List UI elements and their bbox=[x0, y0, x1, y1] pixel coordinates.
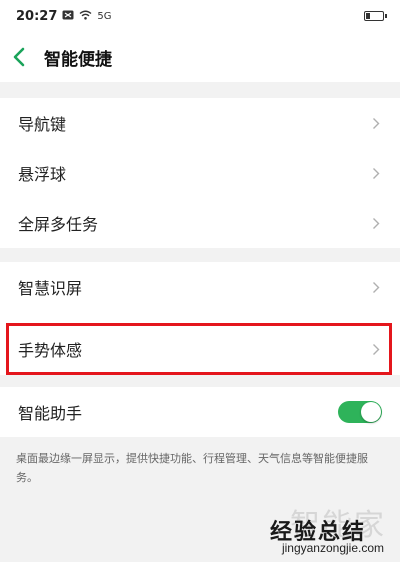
chevron-right-icon bbox=[372, 116, 382, 130]
settings-item-label: 全屏多任务 bbox=[18, 215, 99, 234]
back-button[interactable] bbox=[12, 42, 38, 72]
settings-item-gesture-motion[interactable]: 手势体感 bbox=[0, 324, 400, 374]
settings-item-label: 智慧识屏 bbox=[18, 279, 83, 298]
section-divider bbox=[0, 82, 400, 98]
settings-item-floating-ball[interactable]: 悬浮球 bbox=[0, 148, 400, 198]
settings-item-smart-assistant: 智能助手 bbox=[0, 387, 400, 437]
status-left: 20:27 5G bbox=[16, 9, 112, 24]
network-icon: 5G bbox=[97, 10, 112, 22]
battery-icon bbox=[364, 11, 387, 21]
notification-icon bbox=[62, 10, 74, 23]
page-title: 智能便捷 bbox=[44, 49, 112, 70]
settings-item-label: 导航键 bbox=[18, 115, 67, 134]
chevron-right-icon bbox=[372, 342, 382, 356]
status-time: 20:27 bbox=[16, 8, 58, 24]
chevron-right-icon bbox=[372, 216, 382, 230]
chevron-left-icon bbox=[13, 47, 25, 67]
status-bar: 20:27 5G bbox=[0, 0, 400, 32]
toggle-knob bbox=[361, 402, 381, 422]
section-divider bbox=[0, 248, 400, 262]
smart-assistant-toggle[interactable] bbox=[338, 401, 382, 423]
header: 智能便捷 bbox=[0, 34, 400, 80]
settings-item-label: 手势体感 bbox=[18, 341, 83, 360]
settings-item-label: 智能助手 bbox=[18, 404, 83, 423]
settings-item-label: 悬浮球 bbox=[18, 165, 67, 184]
settings-item-smart-screen-recognition[interactable]: 智慧识屏 bbox=[0, 262, 400, 312]
chevron-right-icon bbox=[372, 280, 382, 294]
chevron-right-icon bbox=[372, 166, 382, 180]
section-divider bbox=[0, 375, 400, 387]
watermark-url: jingyanzongjie.com bbox=[281, 541, 384, 555]
settings-item-fullscreen-multitask[interactable]: 全屏多任务 bbox=[0, 198, 400, 248]
battery-level bbox=[366, 13, 370, 19]
wifi-icon bbox=[79, 10, 92, 23]
settings-item-navigation-keys[interactable]: 导航键 bbox=[0, 98, 400, 148]
